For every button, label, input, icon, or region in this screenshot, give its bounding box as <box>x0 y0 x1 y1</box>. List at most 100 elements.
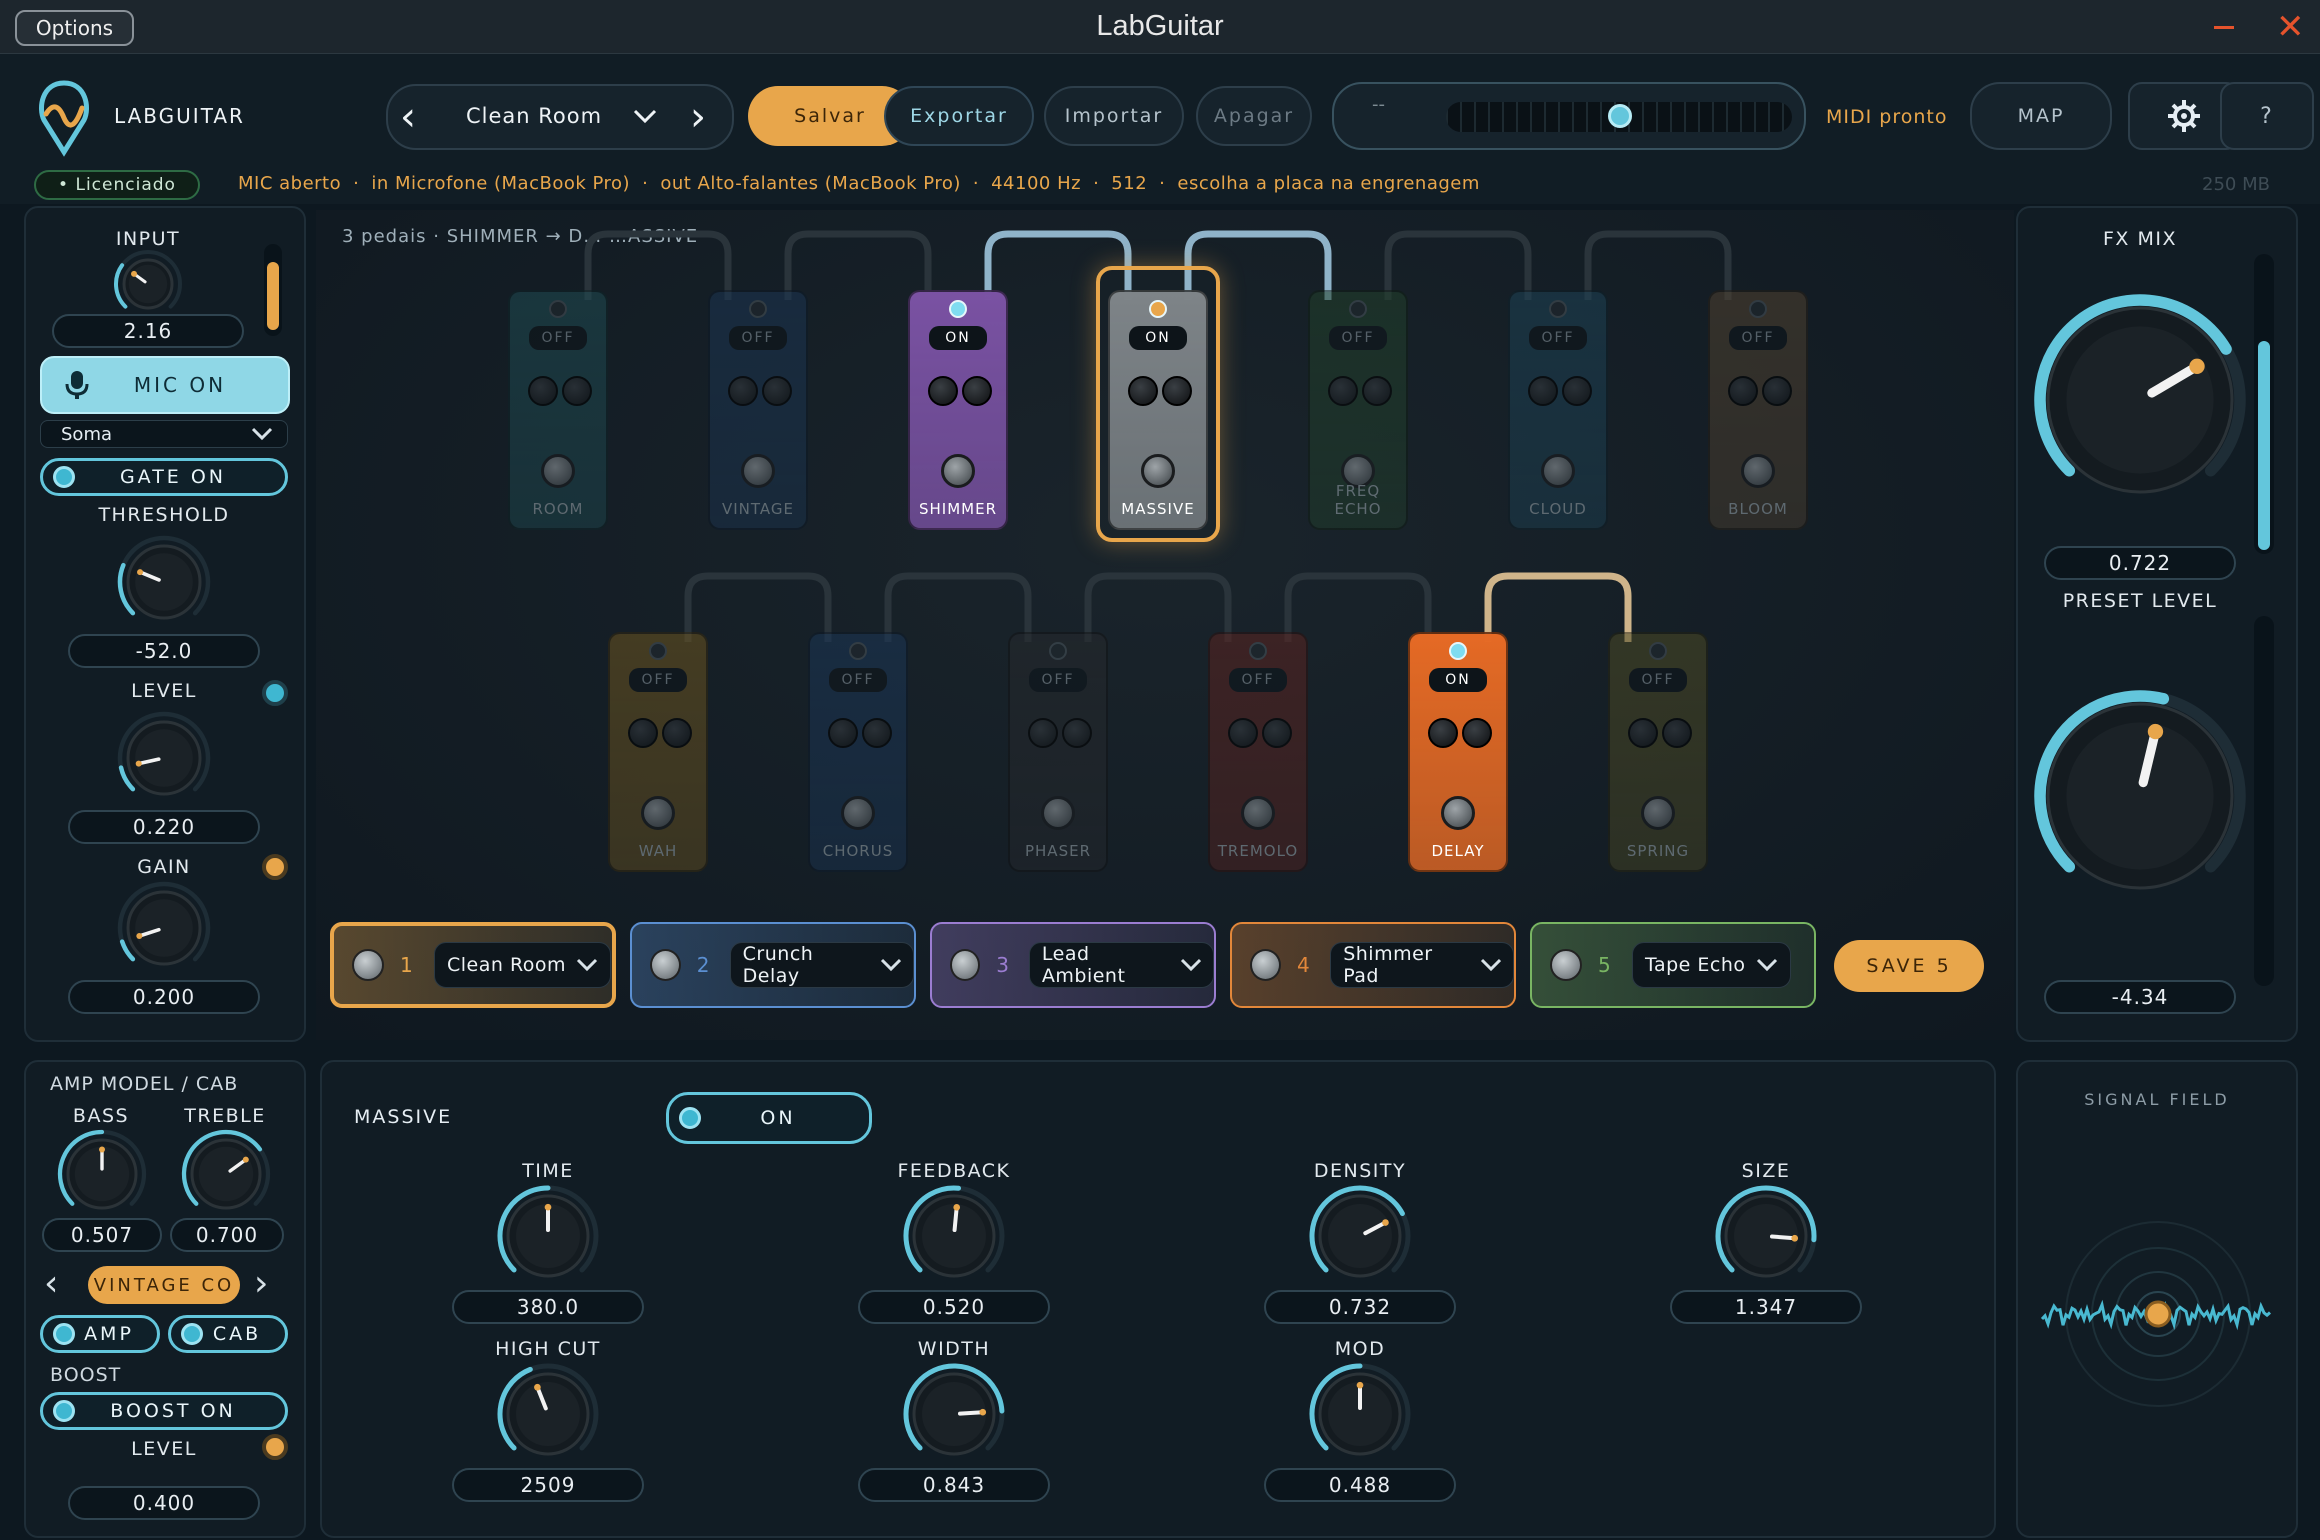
param-value[interactable]: 0.488 <box>1264 1468 1456 1502</box>
midi-meter-handle[interactable] <box>1608 104 1632 128</box>
pedal-knob-a[interactable] <box>1328 376 1358 406</box>
pedal-knob-a[interactable] <box>728 376 758 406</box>
pedal-knob-b[interactable] <box>1462 718 1492 748</box>
footswitch[interactable] <box>741 454 775 488</box>
preset-select[interactable]: Tape Echo <box>1632 942 1791 988</box>
pedal-knob-b[interactable] <box>1362 376 1392 406</box>
pedal-status[interactable]: OFF <box>629 668 687 692</box>
param-knob-time[interactable] <box>488 1176 608 1296</box>
prev-model-icon[interactable]: ‹ <box>44 1264 58 1304</box>
footswitch[interactable] <box>541 454 575 488</box>
param-value[interactable]: 380.0 <box>452 1290 644 1324</box>
footswitch[interactable] <box>1041 796 1075 830</box>
pedal-knob-b[interactable] <box>662 718 692 748</box>
pedal-knob-b[interactable] <box>1762 376 1792 406</box>
pedal-freq-echo[interactable]: OFF FREQ ECHO <box>1308 290 1408 530</box>
param-knob-feedback[interactable] <box>894 1176 1014 1296</box>
threshold-value[interactable]: -52.0 <box>68 634 260 668</box>
footswitch[interactable] <box>1641 796 1675 830</box>
pedal-wah[interactable]: OFF WAH <box>608 632 708 872</box>
pedal-spring[interactable]: OFF SPRING <box>1608 632 1708 872</box>
param-value[interactable]: 0.520 <box>858 1290 1050 1324</box>
preset-select[interactable]: Crunch Delay <box>729 942 915 988</box>
level-value[interactable]: 0.220 <box>68 810 260 844</box>
preset-slot-4[interactable]: 4 Shimmer Pad <box>1230 922 1516 1008</box>
pedal-knob-a[interactable] <box>1128 376 1158 406</box>
pedal-knob-a[interactable] <box>928 376 958 406</box>
prev-preset-icon[interactable]: ‹ <box>400 92 416 142</box>
threshold-knob[interactable] <box>108 526 220 638</box>
gain-led[interactable] <box>262 854 288 880</box>
pedal-cloud[interactable]: OFF CLOUD <box>1508 290 1608 530</box>
boost-level-value[interactable]: 0.400 <box>68 1486 260 1520</box>
pedal-knob-a[interactable] <box>1728 376 1758 406</box>
amp-model-select[interactable]: VINTAGE CO <box>88 1266 240 1304</box>
amp-toggle[interactable]: AMP <box>40 1315 160 1353</box>
pedal-knob-a[interactable] <box>1228 718 1258 748</box>
preset-led[interactable] <box>1250 949 1281 981</box>
gate-toggle[interactable]: GATE ON <box>40 458 288 496</box>
preset-select[interactable]: Shimmer Pad <box>1330 942 1514 988</box>
pedal-chorus[interactable]: OFF CHORUS <box>808 632 908 872</box>
footswitch[interactable] <box>841 796 875 830</box>
pedal-knob-b[interactable] <box>1562 376 1592 406</box>
input-knob[interactable] <box>104 240 192 328</box>
preset-select[interactable]: Lead Ambient <box>1028 942 1214 988</box>
pedal-knob-b[interactable] <box>762 376 792 406</box>
level-knob[interactable] <box>108 702 220 814</box>
pedal-knob-b[interactable] <box>1262 718 1292 748</box>
pedal-massive[interactable]: ON MASSIVE <box>1108 290 1208 530</box>
pedal-knob-a[interactable] <box>1528 376 1558 406</box>
minimize-icon[interactable] <box>2214 26 2234 29</box>
footswitch[interactable] <box>1241 796 1275 830</box>
pedal-status[interactable]: OFF <box>1629 668 1687 692</box>
param-knob-mod[interactable] <box>1300 1354 1420 1474</box>
pedal-knob-a[interactable] <box>1428 718 1458 748</box>
import-button[interactable]: Importar <box>1044 86 1184 146</box>
save-slot-button[interactable]: SAVE 5 <box>1834 940 1984 992</box>
pedal-knob-a[interactable] <box>528 376 558 406</box>
pedal-knob-b[interactable] <box>1662 718 1692 748</box>
pedal-knob-a[interactable] <box>1628 718 1658 748</box>
pedal-knob-b[interactable] <box>862 718 892 748</box>
close-icon[interactable]: ✕ <box>2276 10 2305 44</box>
pedal-status[interactable]: ON <box>929 326 987 350</box>
pedal-knob-b[interactable] <box>1062 718 1092 748</box>
next-model-icon[interactable]: › <box>254 1264 268 1304</box>
preset-slot-1[interactable]: 1 Clean Room <box>330 922 616 1008</box>
preset-slot-5[interactable]: 5 Tape Echo <box>1530 922 1816 1008</box>
mic-on-button[interactable]: MIC ON <box>40 356 290 414</box>
footswitch[interactable] <box>1741 454 1775 488</box>
next-preset-icon[interactable]: › <box>690 92 706 142</box>
pedal-room[interactable]: OFF ROOM <box>508 290 608 530</box>
pedal-phaser[interactable]: OFF PHASER <box>1008 632 1108 872</box>
pedal-status[interactable]: ON <box>1429 668 1487 692</box>
bass-knob[interactable] <box>48 1120 156 1228</box>
delete-button[interactable]: Apagar <box>1196 86 1312 146</box>
pedal-status[interactable]: ON <box>1129 326 1187 350</box>
preset-led[interactable] <box>352 949 384 981</box>
preset-select[interactable]: Clean Room <box>434 942 612 988</box>
pedal-status[interactable]: OFF <box>1529 326 1587 350</box>
help-button[interactable]: ? <box>2220 82 2314 150</box>
param-knob-size[interactable] <box>1706 1176 1826 1296</box>
treble-knob[interactable] <box>172 1120 280 1228</box>
cab-toggle[interactable]: CAB <box>168 1315 288 1353</box>
footswitch[interactable] <box>941 454 975 488</box>
pedal-status[interactable]: OFF <box>1729 326 1787 350</box>
preset-slot-3[interactable]: 3 Lead Ambient <box>930 922 1216 1008</box>
preset-led[interactable] <box>650 949 681 981</box>
chevron-down-icon[interactable] <box>632 106 658 126</box>
param-knob-width[interactable] <box>894 1354 1014 1474</box>
boost-level-led[interactable] <box>262 1434 288 1460</box>
preset-level-value[interactable]: -4.34 <box>2044 980 2236 1014</box>
pedal-status[interactable]: OFF <box>1229 668 1287 692</box>
param-knob-density[interactable] <box>1300 1176 1420 1296</box>
param-value[interactable]: 0.732 <box>1264 1290 1456 1324</box>
export-button[interactable]: Exportar <box>884 86 1034 146</box>
preset-slot-2[interactable]: 2 Crunch Delay <box>630 922 916 1008</box>
fx-mix-knob[interactable] <box>2028 288 2252 512</box>
footswitch[interactable] <box>1441 796 1475 830</box>
pedal-bloom[interactable]: OFF BLOOM <box>1708 290 1808 530</box>
input-mode-select[interactable]: Soma <box>40 420 288 448</box>
